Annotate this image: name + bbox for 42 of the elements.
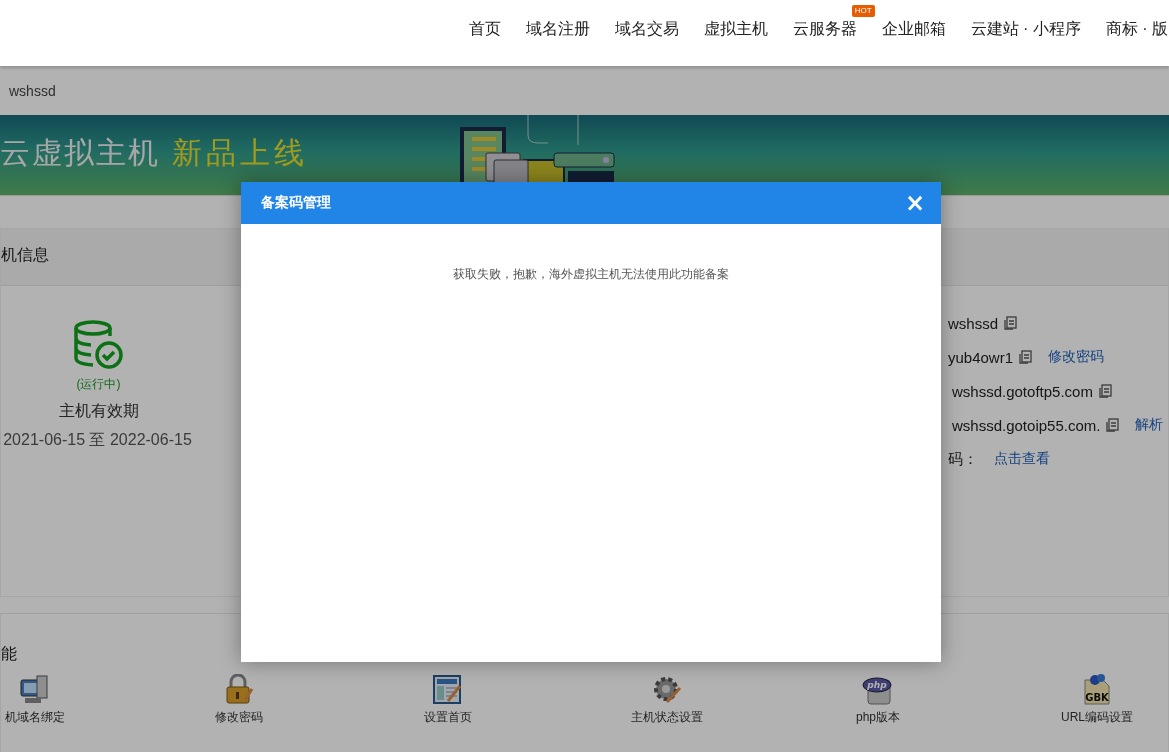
function-link[interactable]: 修改密码 [215, 709, 263, 726]
hot-badge: HOT [851, 4, 875, 17]
nav-link[interactable]: 首页 [468, 18, 501, 40]
nav-link[interactable]: 域名交易 [614, 18, 679, 40]
text-link[interactable]: 点击查看 [994, 450, 1050, 468]
field-value: yub4owr1 [948, 348, 1014, 366]
text-link[interactable]: 解析 [1135, 416, 1164, 434]
banner-title: 云虚拟主机 [0, 134, 160, 171]
nav-link[interactable]: 云服务器 [792, 18, 857, 40]
nav-link[interactable]: 企业邮箱 [881, 18, 946, 40]
nav-link[interactable]: 商标 · 版 [1105, 18, 1168, 40]
field-label: 码： [948, 449, 978, 469]
nav-link[interactable]: 虚拟主机 [703, 18, 768, 40]
copy-icon [1106, 418, 1120, 432]
field-value: wshssd [948, 314, 999, 332]
database-check-icon [72, 320, 125, 370]
function-link[interactable]: php版本 [856, 709, 900, 726]
field-value: wshssd.gotoftp5.com [952, 382, 1093, 400]
copy-icon [1004, 316, 1018, 330]
copy-icon [1019, 350, 1033, 364]
computer-icon [19, 674, 51, 706]
gear-icon [651, 674, 683, 706]
panel-title: 能 [1, 644, 18, 664]
page-layout-icon [432, 674, 464, 706]
validity-dates: 2021-06-15 至 2022-06-15 [3, 430, 192, 450]
field-value: wshssd.gotoip55.com. [952, 416, 1101, 434]
copy-icon [1098, 384, 1112, 398]
padlock-icon [223, 674, 255, 706]
nav-link[interactable]: 云建站 · 小程序 [970, 18, 1081, 40]
banner-tagline: 新品上线 [172, 134, 308, 171]
dialog-title: 备案码管理 [261, 194, 331, 212]
function-link[interactable]: 设置首页 [424, 709, 472, 726]
text-link[interactable]: 修改密码 [1048, 348, 1105, 366]
nav-link[interactable]: 域名注册 [525, 18, 590, 40]
error-message: 获取失败，抱歉，海外虚拟主机无法使用此功能备案 [452, 266, 730, 283]
function-link[interactable]: URL编码设置 [1061, 709, 1133, 726]
function-link[interactable]: 主机状态设置 [631, 709, 703, 726]
function-link[interactable]: 机域名绑定 [5, 709, 65, 726]
validity-label: 主机有效期 [58, 401, 139, 421]
status-text: (运行中) [76, 376, 121, 393]
close-button[interactable]: × [902, 193, 927, 213]
breadcrumb-link[interactable]: wshssd [9, 82, 56, 99]
